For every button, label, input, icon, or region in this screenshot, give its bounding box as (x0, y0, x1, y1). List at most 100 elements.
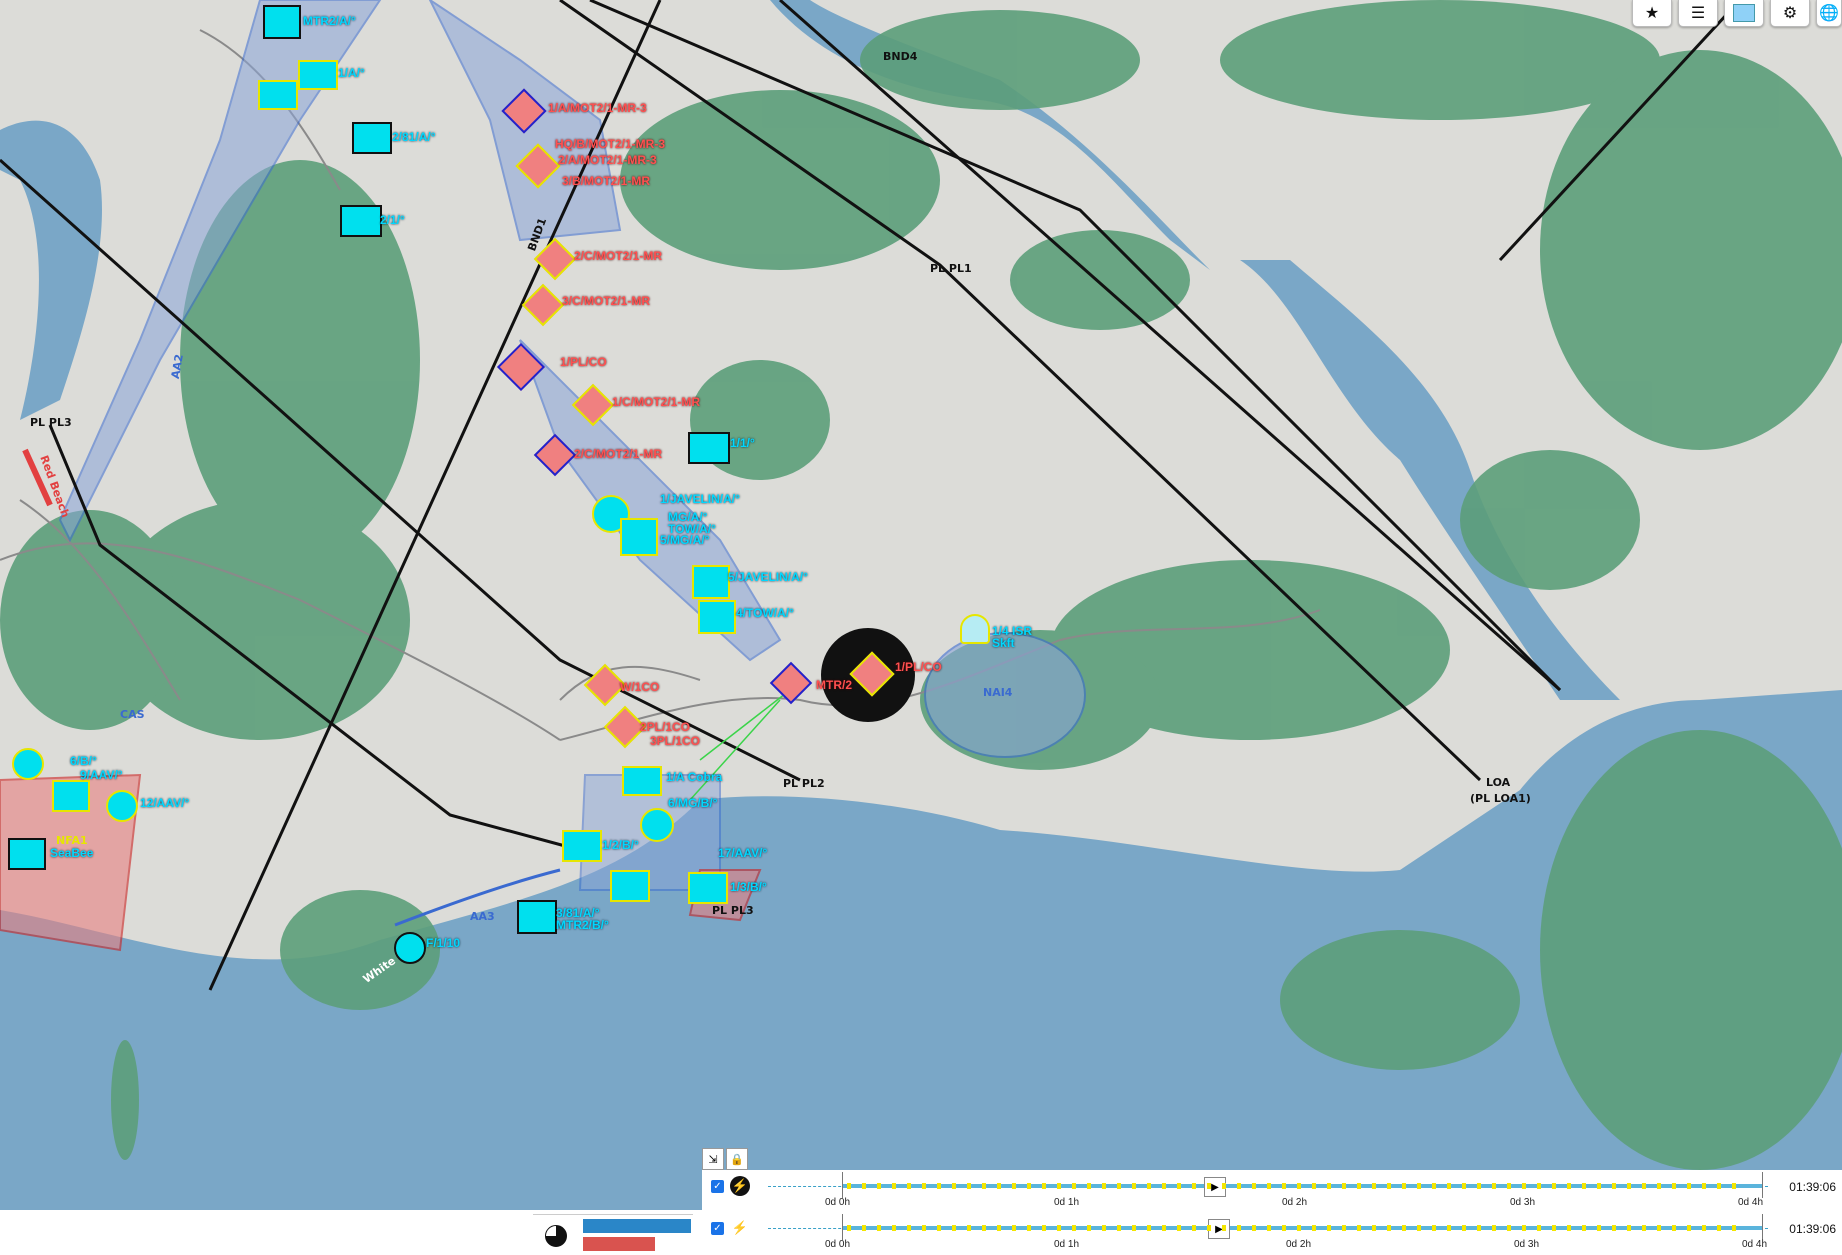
unit-label-3c-mot: 3/C/MOT2/1-MR (562, 294, 651, 308)
timeline-label: 0d 3h (1514, 1239, 1540, 1250)
timeline-event-marker (1567, 1225, 1571, 1231)
unit-symbol-9aav[interactable] (52, 780, 90, 812)
collapse-icon: ⇲ (708, 1153, 718, 1166)
map-style-button[interactable] (1724, 0, 1764, 27)
timeline-event-marker (997, 1183, 1001, 1189)
unit-label-6b: 6/B/° (70, 754, 97, 768)
unit-label-3pl1co: 3PL/1CO (650, 734, 701, 748)
filters-button[interactable]: ⚙ (1770, 0, 1810, 27)
layers-list-button[interactable]: ☰ (1678, 0, 1718, 27)
unit-label-2c-mot-b: 2/C/MOT2/1-MR (574, 447, 663, 461)
favorites-button[interactable]: ★ (1632, 0, 1672, 27)
timeline-event-marker (1342, 1225, 1346, 1231)
unit-symbol-landing[interactable] (610, 870, 650, 902)
timeline-event-marker (1657, 1225, 1661, 1231)
timeline-event-marker (1282, 1183, 1286, 1189)
timeline-event-marker (982, 1183, 986, 1189)
timeline-event-marker (1477, 1183, 1481, 1189)
unit-symbol-cobra[interactable] (622, 766, 662, 796)
timeline-2-play-button[interactable]: ▶ (1208, 1219, 1230, 1239)
timeline-event-marker (1252, 1183, 1256, 1189)
timeline-event-marker (1042, 1225, 1046, 1231)
timeline-event-marker (1372, 1225, 1376, 1231)
timeline-event-marker (1432, 1183, 1436, 1189)
unit-symbol-1a[interactable] (298, 60, 338, 90)
timeline-2-track[interactable] (842, 1226, 1762, 1230)
unit-symbol-f110[interactable] (394, 932, 426, 964)
unit-label-1c-mot: 1/C/MOT2/1-MR (612, 395, 701, 409)
timeline-event-marker (1222, 1183, 1226, 1189)
unit-symbol-aav[interactable] (258, 80, 298, 110)
timeline-event-marker (1432, 1225, 1436, 1231)
timeline-event-marker (1597, 1183, 1601, 1189)
timeline-label: 0d 3h (1510, 1197, 1536, 1208)
timeline-event-marker (1357, 1225, 1361, 1231)
sliders-icon: ⚙ (1782, 5, 1798, 22)
timeline-event-marker (1417, 1225, 1421, 1231)
collapse-button[interactable]: ⇲ (702, 1148, 724, 1170)
timeline-event-marker (1132, 1183, 1136, 1189)
globe-button[interactable]: 🌐 (1816, 0, 1842, 27)
timeline-event-marker (1717, 1225, 1721, 1231)
unit-label-seabee: SeaBee (50, 846, 94, 860)
timeline-event-marker (1537, 1183, 1541, 1189)
unit-symbol-2-1[interactable] (340, 205, 382, 237)
lock-icon: 🔒 (730, 1153, 744, 1166)
unit-label-2-1: 2/1/° (380, 213, 405, 227)
timeline-event-marker (1207, 1225, 1211, 1231)
list-icon: ☰ (1690, 5, 1706, 22)
timeline-event-marker (1507, 1225, 1511, 1231)
star-icon: ★ (1644, 5, 1660, 22)
timeline-1-track[interactable] (842, 1184, 1762, 1188)
timeline-event-marker (1417, 1183, 1421, 1189)
timeline-event-marker (1732, 1183, 1736, 1189)
phase-line-label-pl3-west: PL PL3 (30, 416, 72, 429)
area-label-nai4: NAI4 (983, 686, 1013, 699)
unit-symbol-2-81a[interactable] (352, 122, 392, 154)
timeline-event-marker (1072, 1225, 1076, 1231)
timeline-event-marker (1132, 1225, 1136, 1231)
unit-label-3b-mot: 3/B/MOT2/1-MR (562, 174, 651, 188)
tactical-map[interactable]: BND4 PL PL1 PL PL2 PL PL3 PL PL3 BND1 LO… (0, 0, 1842, 1210)
timeline-event-marker (1582, 1225, 1586, 1231)
timeline-event-marker (1237, 1183, 1241, 1189)
unit-symbol-3-81a[interactable] (517, 900, 557, 934)
timeline-event-marker (1462, 1183, 1466, 1189)
unit-symbol-tow4[interactable] (698, 600, 736, 634)
timeline-event-marker (1117, 1225, 1121, 1231)
timeline-event-marker (1237, 1225, 1241, 1231)
timeline-event-marker (1462, 1225, 1466, 1231)
unit-symbol-seabee[interactable] (8, 838, 46, 870)
timeline-event-marker (952, 1225, 956, 1231)
unit-symbol-tow[interactable] (620, 518, 658, 556)
unit-label-17aav: 17/AAV/° (718, 846, 768, 860)
timeline-event-marker (1192, 1183, 1196, 1189)
lightning-icon: ⚡ (730, 1176, 750, 1196)
unit-symbol-javelin5[interactable] (692, 565, 730, 599)
timeline-1-checkbox[interactable]: ✓ (711, 1180, 724, 1193)
unit-symbol-mg6[interactable] (640, 808, 674, 842)
unit-label-9aav: 9/AAV/° (80, 768, 123, 782)
lock-button[interactable]: 🔒 (726, 1148, 748, 1170)
timeline-event-marker (937, 1183, 941, 1189)
pie-chart-icon[interactable] (545, 1225, 567, 1247)
timeline-event-marker (1267, 1225, 1271, 1231)
unit-symbol-12aav[interactable] (106, 790, 138, 822)
unit-symbol-1-3b[interactable] (688, 872, 728, 904)
unit-label-2-81a: 2/81/A/° (392, 130, 436, 144)
timeline-event-marker (1027, 1183, 1031, 1189)
unit-symbol-6b[interactable] (12, 748, 44, 780)
timeline-event-marker (1537, 1225, 1541, 1231)
unit-symbol-1-2b[interactable] (562, 830, 602, 862)
unit-symbol-1-1[interactable] (688, 432, 730, 464)
timeline-2: ✓ ⚡ 0d 0h 0d 1h 0d 2h 0d 3h 0d 4h ▶ 01:3… (702, 1212, 1842, 1254)
timeline-event-marker (922, 1183, 926, 1189)
unit-label-enemy-hq: 1/PL/CO (895, 660, 942, 674)
unit-symbol-mtr2a[interactable] (263, 5, 301, 39)
timeline-2-checkbox[interactable]: ✓ (711, 1222, 724, 1235)
unit-label-javelin: 1/JAVELIN/A/° (660, 492, 740, 506)
timeline-event-marker (1567, 1183, 1571, 1189)
timeline-label: 0d 0h (825, 1239, 851, 1250)
unit-symbol-isr[interactable] (960, 614, 990, 644)
timeline-event-marker (847, 1183, 851, 1189)
